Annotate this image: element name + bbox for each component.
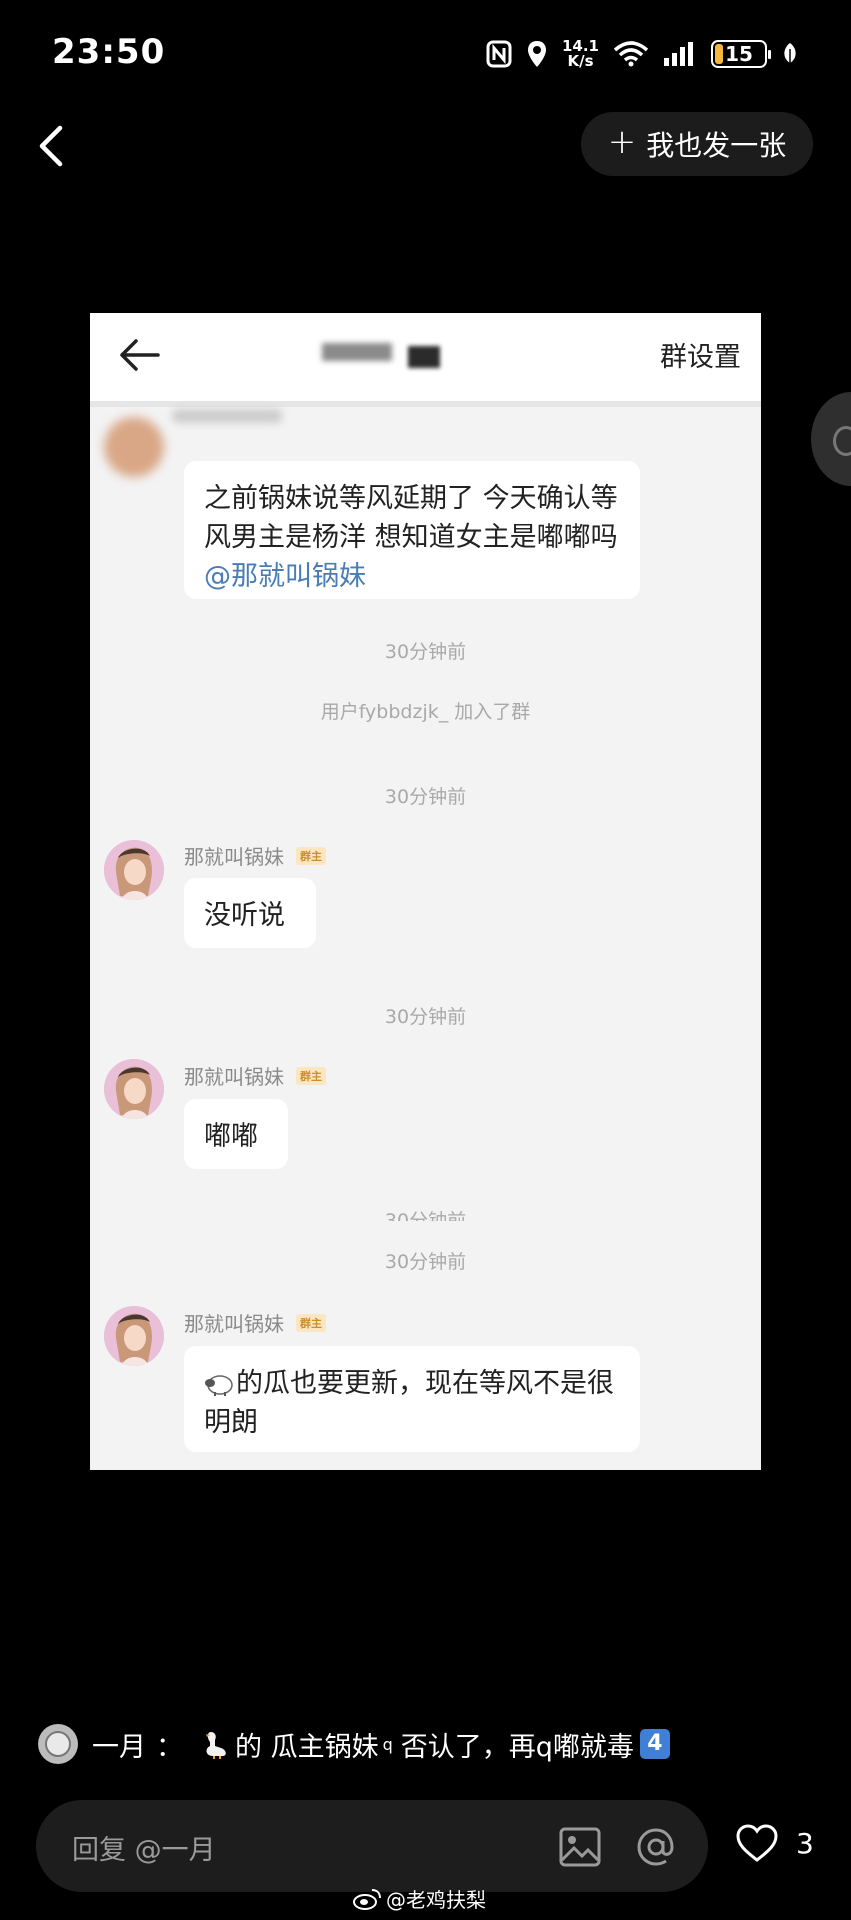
message-bubble: 之前锅妹说等风延期了 今天确认等风男主是杨洋 想知道女主是嘟嘟吗 @那就叫锅妹 bbox=[184, 461, 640, 599]
comment-separator: ： bbox=[156, 1731, 183, 1763]
message-bubble: 嘟嘟 bbox=[184, 1099, 288, 1169]
sender-name-text: 那就叫锅妹 bbox=[184, 845, 284, 869]
blurred-sender-name bbox=[172, 409, 282, 423]
plus-icon: + bbox=[607, 122, 637, 162]
avatar bbox=[104, 417, 164, 477]
owner-badge: 群主 bbox=[296, 1066, 326, 1085]
message-text: 嘟嘟 bbox=[204, 1121, 258, 1152]
owner-badge: 群主 bbox=[296, 1313, 326, 1332]
status-icons: 14.1 K/s 15 bbox=[486, 34, 799, 74]
sheep-icon bbox=[205, 1374, 233, 1396]
signal-icon bbox=[664, 42, 693, 66]
weibo-watermark: @老鸡扶梨 bbox=[352, 1884, 486, 1913]
at-icon[interactable] bbox=[634, 1826, 678, 1868]
group-owner-avatar bbox=[104, 1059, 164, 1119]
sender-name: 那就叫锅妹 群主 bbox=[184, 841, 326, 870]
location-icon bbox=[527, 41, 546, 67]
status-bar: 23:50 14.1 K/s 15 bbox=[0, 0, 851, 100]
sender-name: 那就叫锅妹 群主 bbox=[184, 1061, 326, 1090]
blurred-group-name bbox=[322, 343, 392, 361]
net-speed: 14.1 K/s bbox=[562, 39, 599, 69]
wifi-icon bbox=[613, 41, 649, 67]
comment-item[interactable]: 一月 ： 的 瓜主锅妹 q 否认了，再q嘟就毒 4 bbox=[38, 1722, 670, 1766]
post-one-button[interactable]: + 我也发一张 bbox=[581, 112, 813, 176]
weibo-logo-icon bbox=[353, 1888, 381, 1910]
heart-icon bbox=[736, 1824, 778, 1862]
message-timestamp: 30分钟前 bbox=[384, 1210, 467, 1221]
leaf-icon bbox=[784, 43, 796, 66]
group-settings-label: 群设置 bbox=[660, 342, 741, 373]
girl-avatar-icon bbox=[104, 1059, 164, 1119]
watermark-text: @老鸡扶梨 bbox=[386, 1888, 486, 1912]
message-timestamp: 30分钟前 bbox=[384, 1006, 467, 1028]
posted-screenshot[interactable]: 群设置 之前锅妹说等风延期了 今天确认等风男主是杨洋 想知道女主是嘟嘟吗 @那就叫… bbox=[90, 313, 761, 1470]
image-icon[interactable] bbox=[558, 1826, 602, 1868]
reply-input-placeholder[interactable]: 回复 @一月 bbox=[72, 1828, 216, 1867]
message-bubble: 的瓜也要更新，现在等风不是很明朗 bbox=[184, 1346, 640, 1452]
group-owner-avatar bbox=[104, 1306, 164, 1366]
top-nav: + 我也发一张 bbox=[0, 110, 851, 180]
goose-icon bbox=[206, 1732, 226, 1759]
chevron-left-icon bbox=[39, 125, 63, 167]
girl-avatar-icon bbox=[104, 1306, 164, 1366]
mention-link: @那就叫锅妹 bbox=[204, 561, 366, 592]
group-owner-avatar bbox=[104, 840, 164, 900]
back-button[interactable] bbox=[30, 118, 80, 174]
like-count: 3 bbox=[796, 1826, 814, 1860]
net-speed-unit: K/s bbox=[567, 52, 594, 70]
side-float-button[interactable] bbox=[811, 392, 851, 486]
battery-fill bbox=[715, 44, 723, 64]
arrow-left-icon bbox=[120, 339, 160, 371]
message-text: 没听说 bbox=[204, 900, 285, 931]
like-button[interactable]: 3 bbox=[734, 1822, 814, 1864]
message-text: 的瓜也要更新，现在等风不是很明朗 bbox=[204, 1368, 614, 1438]
blurred-group-name-2 bbox=[408, 346, 440, 368]
search-q-mark: q bbox=[382, 1734, 393, 1754]
comment-text-b: 否认了，再q嘟就毒 bbox=[400, 1731, 634, 1763]
comment-text-a: 的 瓜主锅妹 bbox=[235, 1731, 379, 1763]
keycap-4-badge: 4 bbox=[639, 1729, 670, 1759]
post-button-label: 我也发一张 bbox=[646, 129, 787, 162]
header-divider bbox=[90, 401, 761, 407]
system-message: 用户fybbdzjk_ 加入了群 bbox=[320, 701, 531, 723]
commenter-name[interactable]: 一月 bbox=[92, 1725, 146, 1764]
nfc-icon bbox=[486, 40, 512, 68]
sender-name: 那就叫锅妹 群主 bbox=[184, 1308, 326, 1337]
reply-input-bar[interactable]: 回复 @一月 bbox=[36, 1800, 708, 1892]
battery-level: 15 bbox=[725, 42, 753, 66]
girl-avatar-icon bbox=[104, 840, 164, 900]
status-time: 23:50 bbox=[52, 32, 166, 72]
sender-name-text: 那就叫锅妹 bbox=[184, 1065, 284, 1089]
message-timestamp: 30分钟前 bbox=[384, 786, 467, 808]
message-bubble: 没听说 bbox=[184, 878, 316, 948]
message-timestamp: 30分钟前 bbox=[384, 641, 467, 663]
sender-name-text: 那就叫锅妹 bbox=[184, 1312, 284, 1336]
chat-header: 群设置 bbox=[90, 313, 761, 401]
owner-badge: 群主 bbox=[296, 846, 326, 865]
battery-icon: 15 bbox=[711, 40, 771, 68]
commenter-avatar[interactable] bbox=[38, 1724, 78, 1764]
message-text: 之前锅妹说等风延期了 今天确认等风男主是杨洋 想知道女主是嘟嘟吗 bbox=[204, 483, 618, 553]
message-timestamp: 30分钟前 bbox=[384, 1251, 467, 1273]
